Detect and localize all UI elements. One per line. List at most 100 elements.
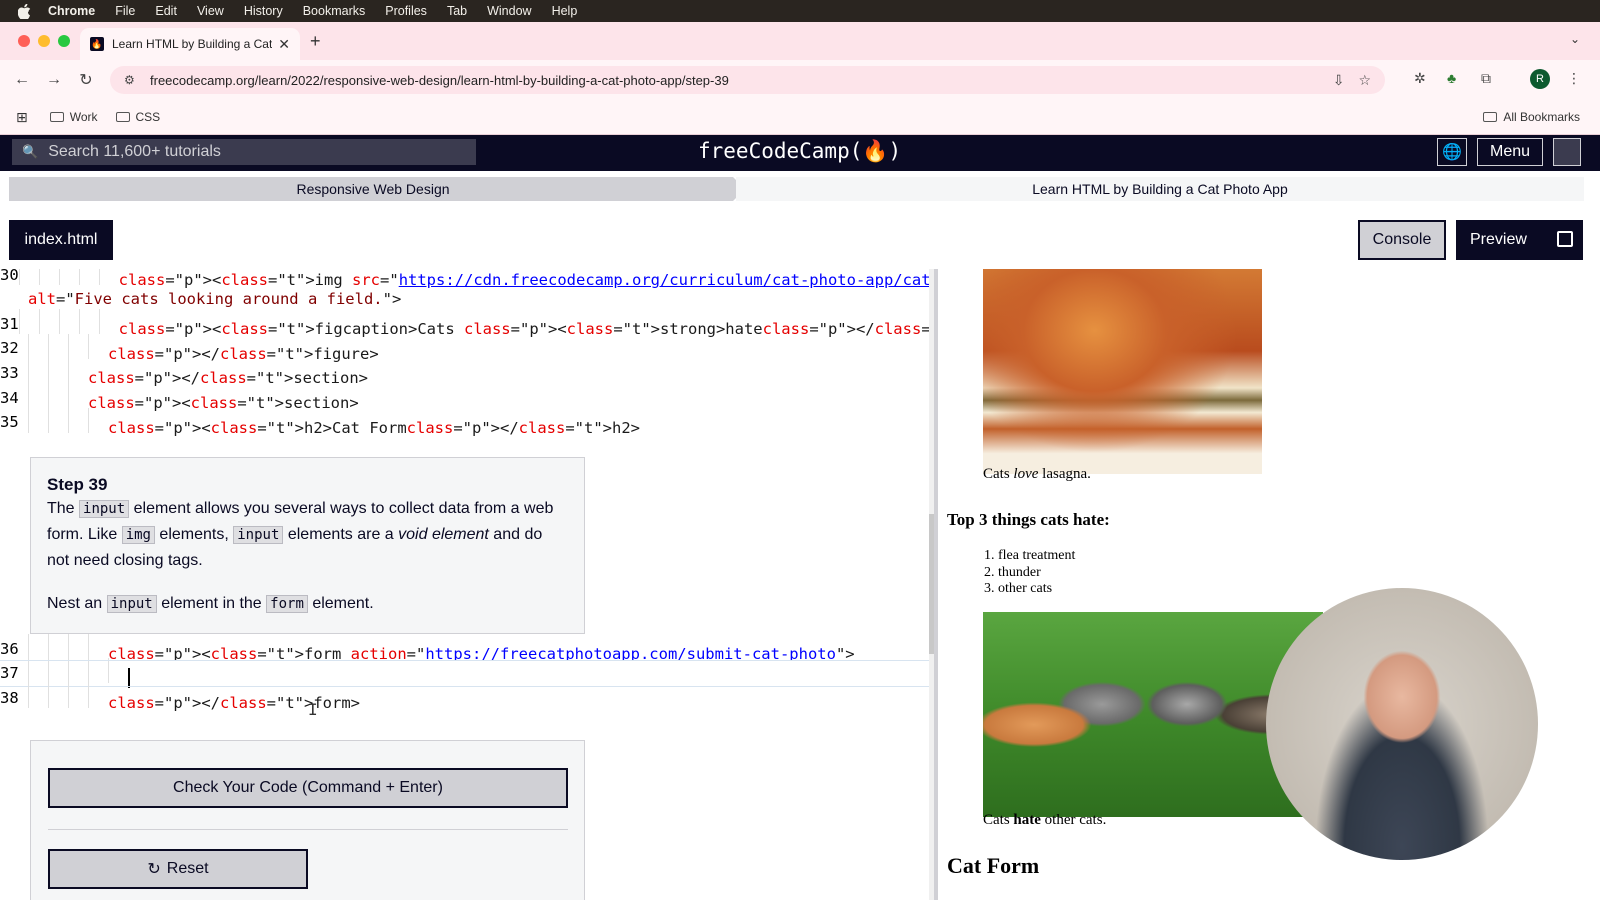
code-line[interactable]: 37	[0, 657, 934, 689]
inline-code: img	[121, 526, 155, 544]
forward-icon[interactable]: →	[38, 71, 70, 89]
hate-list: 1. flea treatment 2. thunder 3. other ca…	[984, 548, 1075, 598]
bookmark-folder-css[interactable]: CSS	[115, 110, 161, 124]
site-settings-icon[interactable]: ⚙	[124, 73, 138, 87]
action-panel: Check Your Code (Command + Enter) ↻ Rese…	[30, 740, 585, 900]
code-line[interactable]: 32 class="p"></class="t">figure>	[0, 333, 934, 363]
reload-icon[interactable]: ↻	[70, 70, 102, 90]
menu-button[interactable]: Menu	[1477, 138, 1543, 166]
macos-menubar: Chrome File Edit View History Bookmarks …	[0, 0, 1600, 22]
line-number: 31	[0, 314, 19, 333]
popout-icon[interactable]	[1557, 231, 1573, 247]
back-icon[interactable]: ←	[6, 71, 38, 89]
text-cursor-icon: I	[308, 700, 318, 719]
search-input[interactable]: 🔍 Search 11,600+ tutorials	[12, 139, 476, 165]
new-tab-icon[interactable]: +	[310, 31, 321, 52]
console-button[interactable]: Console	[1358, 220, 1446, 260]
code-line[interactable]: 38 class="p"></class="t">form>	[0, 683, 934, 712]
preview-label: Preview	[1470, 231, 1527, 248]
all-bookmarks-label: All Bookmarks	[1503, 110, 1580, 124]
apps-grid-icon[interactable]: ⊞	[16, 109, 28, 126]
cat-form-heading: Cat Form	[947, 853, 1040, 878]
tab-search-chevron-icon[interactable]: ⌄	[1570, 32, 1580, 46]
menu-app-name[interactable]: Chrome	[48, 4, 95, 18]
preview-button[interactable]: Preview	[1456, 220, 1583, 260]
breadcrumb-project[interactable]: Learn HTML by Building a Cat Photo App	[736, 177, 1584, 201]
code-editor[interactable]: 30 class="p"><class="t">img src="https://…	[0, 269, 934, 900]
menu-history[interactable]: History	[244, 4, 283, 18]
fcc-favicon-icon: 🔥	[90, 37, 104, 51]
step-paragraph-1: The input element allows you several way…	[47, 500, 554, 569]
extension-tree-icon[interactable]: ♣	[1447, 70, 1456, 86]
menu-window[interactable]: Window	[487, 4, 531, 18]
line-number: 33	[0, 363, 19, 382]
reset-icon: ↻	[147, 861, 161, 878]
tab-strip: 🔥 Learn HTML by Building a Cat ✕ + ⌄	[0, 22, 1600, 60]
menu-tab[interactable]: Tab	[447, 4, 467, 18]
menu-profiles[interactable]: Profiles	[385, 4, 427, 18]
menu-bookmarks[interactable]: Bookmarks	[303, 4, 366, 18]
kittens-caption: Cats hate other cats.	[983, 812, 1107, 828]
reset-button[interactable]: ↻ Reset	[48, 849, 308, 889]
chrome-menu-icon[interactable]: ⋮	[1567, 70, 1581, 87]
code-line[interactable]: 30 class="p"><class="t">img src="https://…	[0, 269, 934, 289]
folder-icon	[49, 112, 64, 122]
code-line[interactable]: 34 class="p"><class="t">section>	[0, 383, 934, 412]
code-line[interactable]: 31 class="p"><class="t">figcaption>Cats c…	[0, 309, 934, 338]
zoom-window-button[interactable]	[58, 35, 70, 47]
menu-edit[interactable]: Edit	[155, 4, 177, 18]
menu-help[interactable]: Help	[552, 4, 578, 18]
code-line[interactable]: alt="Five cats looking around a field.">	[0, 287, 934, 312]
folder-icon	[1483, 112, 1498, 122]
lasagna-image	[983, 269, 1262, 474]
check-code-button[interactable]: Check Your Code (Command + Enter)	[48, 768, 568, 808]
breadcrumb-course[interactable]: Responsive Web Design	[9, 177, 737, 201]
file-tab-index-html[interactable]: index.html	[9, 220, 113, 260]
extensions-puzzle-icon[interactable]: ⧉	[1481, 70, 1491, 87]
bookmarks-bar: ⊞ Work CSS All Bookmarks	[0, 100, 1600, 135]
close-tab-icon[interactable]: ✕	[278, 36, 290, 53]
editor-toolbar: index.html Console Preview	[0, 211, 1600, 269]
list-item: 2. thunder	[984, 564, 1041, 580]
browser-tab-active[interactable]: 🔥 Learn HTML by Building a Cat ✕	[80, 28, 300, 60]
code-text: alt="Five cats looking around a field.">	[28, 290, 402, 309]
line-number: 36	[0, 639, 19, 658]
step-paragraph-2: Nest an input element in the form elemen…	[47, 595, 374, 613]
inline-code: form	[266, 595, 308, 613]
user-avatar[interactable]	[1553, 138, 1581, 166]
code-line[interactable]: 35 class="p"><class="t">h2>Cat Formclass=…	[0, 407, 934, 437]
menu-file[interactable]: File	[115, 4, 135, 18]
browser-chrome: 🔥 Learn HTML by Building a Cat ✕ + ⌄ ← →…	[0, 22, 1600, 135]
all-bookmarks[interactable]: All Bookmarks	[1483, 110, 1580, 124]
webcam-overlay	[1266, 588, 1538, 860]
inline-code: input	[79, 500, 130, 518]
code-text: class="p"><class="t">form action="https:…	[28, 634, 855, 663]
profile-avatar[interactable]: R	[1530, 69, 1550, 89]
extension-bug-icon[interactable]: ✲	[1414, 70, 1426, 87]
bookmark-label: CSS	[135, 110, 161, 124]
menu-view[interactable]: View	[197, 4, 224, 18]
line-number: 37	[0, 664, 19, 683]
fcc-navbar: 🔍 Search 11,600+ tutorials freeCodeCamp(…	[0, 135, 1600, 171]
code-line[interactable]: 33 class="p"></class="t">section>	[0, 358, 934, 387]
code-text: class="p"><class="t">h2>Cat Formclass="p…	[28, 407, 640, 437]
language-globe-icon[interactable]: 🌐	[1437, 138, 1467, 166]
folder-icon	[115, 112, 130, 122]
bookmark-star-icon[interactable]: ☆	[1358, 72, 1371, 89]
line-number: 38	[0, 688, 19, 707]
window-controls	[18, 35, 70, 47]
install-app-icon[interactable]: ⇩	[1333, 72, 1345, 89]
fcc-logo[interactable]: freeCodeCamp(🔥)	[698, 139, 901, 164]
step-instructions: Step 39 The input element allows you sev…	[30, 457, 585, 634]
search-icon: 🔍	[22, 144, 39, 159]
close-window-button[interactable]	[18, 35, 30, 47]
bookmark-label: Work	[69, 110, 98, 124]
address-bar[interactable]: ⚙ freecodecamp.org/learn/2022/responsive…	[110, 66, 1385, 94]
bookmark-folder-work[interactable]: Work	[49, 110, 98, 124]
apple-icon[interactable]	[18, 3, 32, 19]
hate-heading: Top 3 things cats hate:	[947, 510, 1110, 529]
tab-title: Learn HTML by Building a Cat	[112, 37, 273, 51]
code-line[interactable]: 36 class="p"><class="t">form action="http…	[0, 634, 934, 663]
list-item: 3. other cats	[984, 581, 1053, 596]
minimize-window-button[interactable]	[38, 35, 50, 47]
